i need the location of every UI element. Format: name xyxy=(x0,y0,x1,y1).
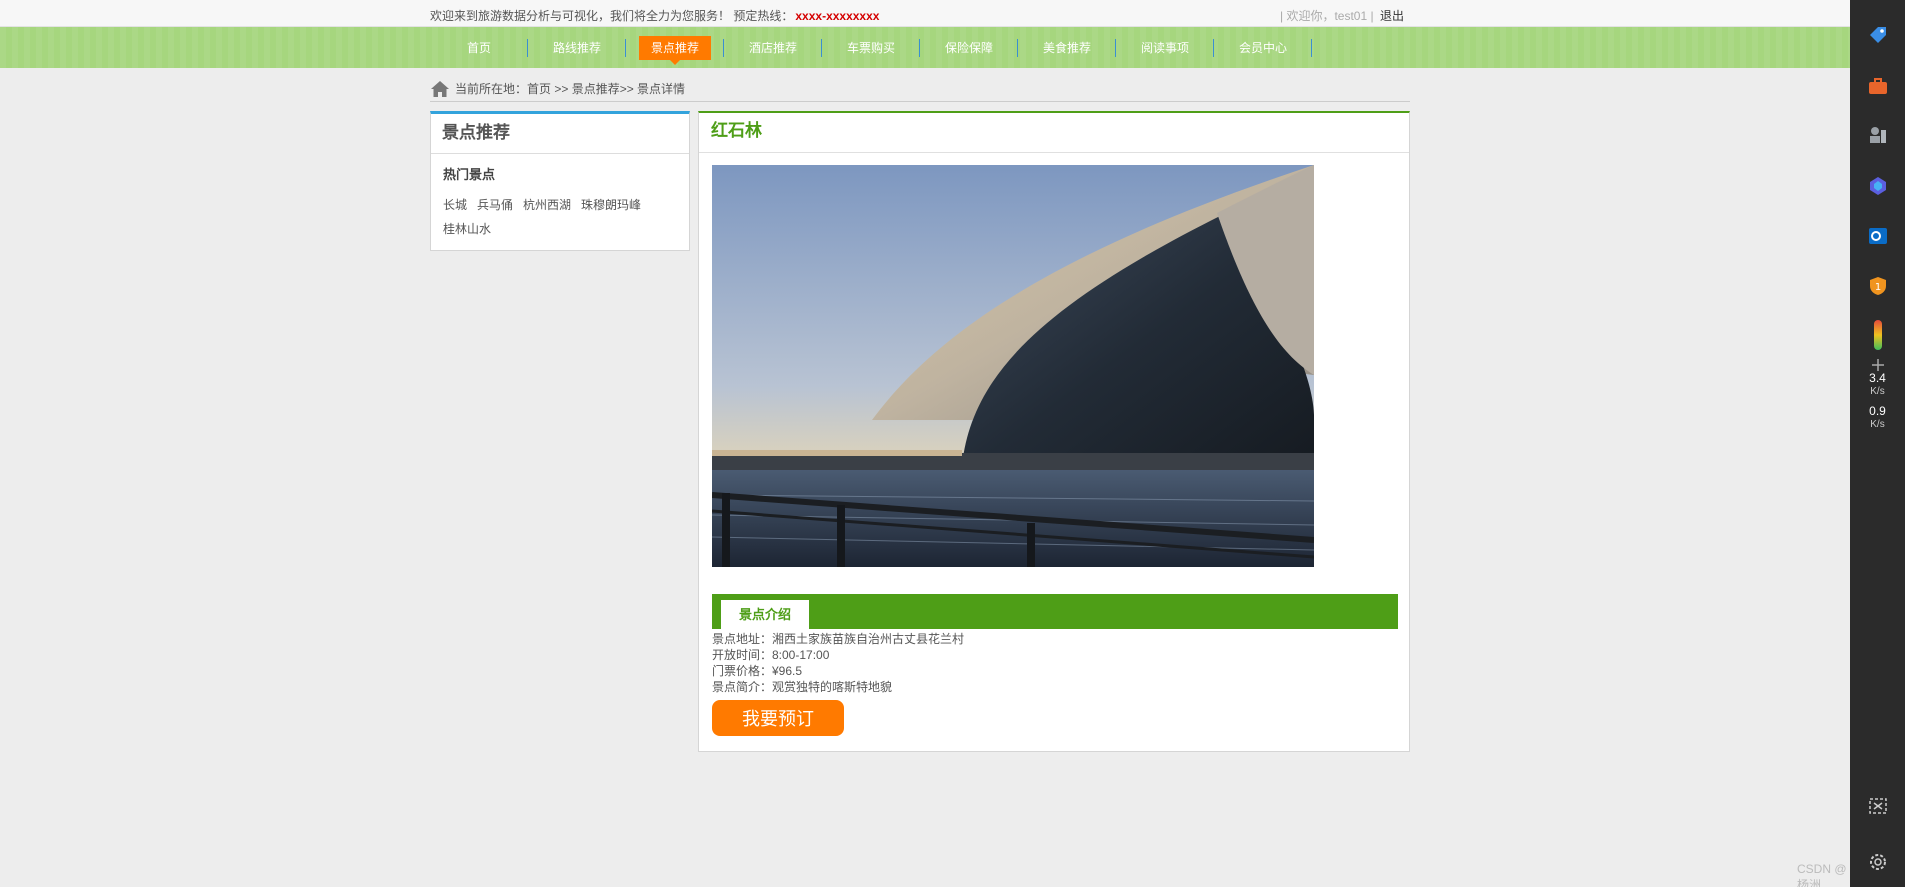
browser-sidebar: 1 3.4 K/s 0.9 K/s xyxy=(1850,0,1905,887)
screenshot-icon[interactable] xyxy=(1867,795,1889,817)
spot-link[interactable]: 兵马俑 xyxy=(477,193,513,217)
nav-divider xyxy=(1311,39,1312,57)
spot-link[interactable]: 杭州西湖 xyxy=(523,193,571,217)
nav-label: 首页 xyxy=(466,41,491,55)
nav-label: 保险保障 xyxy=(944,41,993,55)
nav-item-home[interactable]: 首页 xyxy=(430,27,528,68)
spot-link[interactable]: 珠穆朗玛峰 xyxy=(581,193,641,217)
hotline-number: xxxx-xxxxxxxx xyxy=(795,9,880,23)
info-address: 景点地址：湘西土家族苗族自治州古丈县花兰村 xyxy=(712,632,965,646)
svg-text:1: 1 xyxy=(1875,282,1881,293)
upload-speed: 3.4 K/s xyxy=(1850,372,1905,398)
copilot-icon[interactable] xyxy=(1867,175,1889,197)
nav-label: 路线推荐 xyxy=(552,41,601,55)
download-speed-value: 0.9 xyxy=(1869,404,1886,418)
add-icon[interactable] xyxy=(1867,358,1889,372)
info-price: 门票价格：¥96.5 xyxy=(712,664,803,678)
nav-item-tickets[interactable]: 车票购买 xyxy=(822,27,920,68)
nav-label: 景点推荐 xyxy=(638,35,711,65)
home-icon[interactable] xyxy=(430,79,450,99)
attraction-info: 景点地址：湘西土家族苗族自治州古丈县花兰村 开放时间：8:00-17:00 门票… xyxy=(712,631,964,695)
download-speed-unit: K/s xyxy=(1870,419,1885,430)
hot-spots-heading: 热门景点 xyxy=(443,167,496,182)
attraction-photo-image xyxy=(712,165,1314,567)
tab-intro[interactable]: 景点介绍 xyxy=(721,600,809,629)
info-hours: 开放时间：8:00-17:00 xyxy=(712,648,830,662)
toolbox-icon[interactable] xyxy=(1867,75,1889,97)
breadcrumb: 当前所在地： 首页 >> 景点推荐>> 景点详情 xyxy=(430,76,1410,102)
spot-link[interactable]: 桂林山水 xyxy=(443,217,491,241)
main-nav: 首页 路线推荐 景点推荐 酒店推荐 车票购买 保险保障 美食推荐 阅读事项 会员… xyxy=(0,27,1850,68)
hotline-label: 预定热线： xyxy=(733,9,794,23)
attraction-name: 红石林 xyxy=(699,113,1409,153)
watermark: CSDN @杨洲 xyxy=(1797,862,1847,887)
hot-spots-list: 长城 兵马俑 杭州西湖 珠穆朗玛峰桂林山水 xyxy=(431,183,661,241)
recommend-panel: 景点推荐 热门景点 长城 兵马俑 杭州西湖 珠穆朗玛峰桂林山水 xyxy=(430,111,690,251)
nav-label: 车票购买 xyxy=(846,41,895,55)
tag-icon[interactable] xyxy=(1867,24,1889,46)
nav-label: 美食推荐 xyxy=(1042,41,1091,55)
settings-icon[interactable] xyxy=(1867,851,1889,873)
chess-icon[interactable] xyxy=(1867,124,1889,146)
info-summary: 景点简介：观赏独特的喀斯特地貌 xyxy=(712,680,893,694)
breadcrumb-path[interactable]: 首页 >> 景点推荐>> 景点详情 xyxy=(527,80,685,97)
outlook-icon[interactable] xyxy=(1867,225,1889,247)
logout-link[interactable]: 退出 xyxy=(1380,7,1404,24)
upload-speed-value: 3.4 xyxy=(1869,371,1886,385)
nav-item-routes[interactable]: 路线推荐 xyxy=(528,27,626,68)
nav-item-attractions[interactable]: 景点推荐 xyxy=(626,27,724,68)
nav-item-hotels[interactable]: 酒店推荐 xyxy=(724,27,822,68)
download-speed: 0.9 K/s xyxy=(1850,405,1905,431)
nav-item-insurance[interactable]: 保险保障 xyxy=(920,27,1018,68)
breadcrumb-prefix: 当前所在地： xyxy=(455,82,528,96)
nav-label: 会员中心 xyxy=(1238,41,1287,55)
nav-label: 酒店推荐 xyxy=(748,41,797,55)
upload-speed-unit: K/s xyxy=(1870,386,1885,397)
welcome-message: 欢迎来到旅游数据分析与可视化，我们将全力为您服务！ 预定热线： xxxx-xxxx… xyxy=(430,7,879,24)
nav-item-food[interactable]: 美食推荐 xyxy=(1018,27,1116,68)
shield-badge-icon[interactable]: 1 xyxy=(1867,275,1889,297)
panel-title: 景点推荐 xyxy=(431,114,689,154)
attraction-photo xyxy=(712,165,1314,567)
nav-item-notes[interactable]: 阅读事项 xyxy=(1116,27,1214,68)
welcome-text: 欢迎来到旅游数据分析与可视化，我们将全力为您服务！ xyxy=(430,9,731,23)
book-button[interactable]: 我要预订 xyxy=(712,700,844,736)
top-bar: 欢迎来到旅游数据分析与可视化，我们将全力为您服务！ 预定热线： xxxx-xxxx… xyxy=(0,0,1850,27)
intro-tab-bar: 景点介绍 xyxy=(712,594,1398,629)
nav-item-member[interactable]: 会员中心 xyxy=(1214,27,1312,68)
spot-link[interactable]: 长城 xyxy=(443,193,467,217)
nav-label: 阅读事项 xyxy=(1140,41,1189,55)
thermometer-icon xyxy=(1874,320,1882,350)
attraction-detail: 红石林 景点介绍 景点地址：湘西土家族苗族自治州古丈县花兰村 开放时间：8:00… xyxy=(698,111,1410,752)
page: 欢迎来到旅游数据分析与可视化，我们将全力为您服务！ 预定热线： xxxx-xxxx… xyxy=(0,0,1850,887)
user-greeting: | 欢迎你，test01 | xyxy=(1280,9,1374,23)
